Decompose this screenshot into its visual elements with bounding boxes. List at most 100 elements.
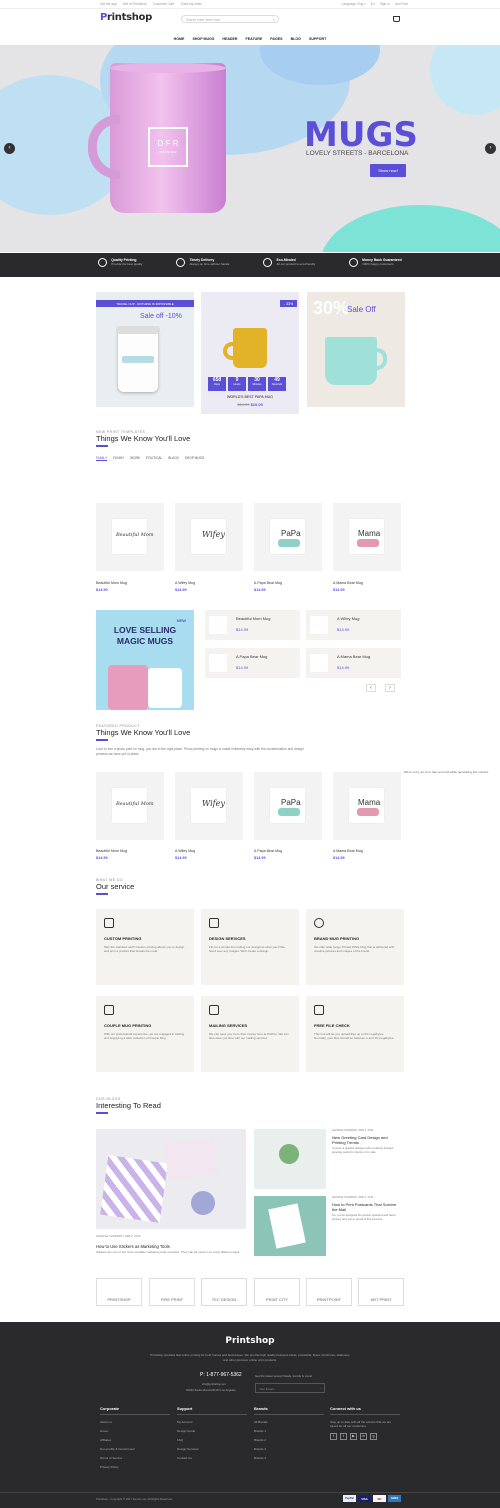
blog-title[interactable]: How to Use Stickers as Marketing Tools — [96, 1244, 170, 1249]
nav-item-blog[interactable]: BLOG — [291, 35, 301, 45]
promo-sale-card[interactable]: 30% Sale Off — [307, 292, 405, 407]
footer-link[interactable]: About us — [100, 1420, 170, 1424]
product-image[interactable]: PaPa — [254, 503, 322, 571]
twitter-icon[interactable]: t — [340, 1433, 347, 1440]
footer-link[interactable]: Brands 2 — [254, 1438, 324, 1442]
language-select[interactable]: Language: Eng ▾ — [342, 2, 366, 6]
arrow-right-icon[interactable]: › — [320, 1386, 321, 1390]
blog-side-image[interactable] — [254, 1129, 326, 1189]
mini-product[interactable]: A Wifey Mug $14.99 — [306, 610, 401, 640]
brand-logo[interactable]: TEC DESIGN — [201, 1278, 247, 1306]
footer-link[interactable]: All Brands — [254, 1420, 324, 1424]
hero-shop-button[interactable]: Show now! — [370, 164, 406, 177]
product-card[interactable]: Beautiful Mom Beautiful Mom Mug $14.99 — [96, 503, 164, 592]
footer-link[interactable]: Brands 1 — [254, 1429, 324, 1433]
brand-logo[interactable]: PRINT CITY — [254, 1278, 300, 1306]
footer-logo[interactable]: Printshop — [0, 1336, 500, 1346]
footer-email[interactable]: info@printshop.net — [202, 1382, 226, 1386]
tab-black[interactable]: BLACK — [168, 456, 178, 460]
nav-item-shop-mugs[interactable]: SHOP MUGS — [192, 35, 214, 45]
nav-item-feature[interactable]: FEATURE — [246, 35, 263, 45]
product-card[interactable]: Wifey A Wifey Mug $14.99 — [175, 503, 243, 592]
currency-select[interactable]: $ ▾ — [371, 2, 375, 6]
join-link[interactable]: Join Free — [395, 2, 408, 6]
footer-link[interactable]: Privacy Policy — [100, 1465, 170, 1469]
cart-icon[interactable] — [393, 16, 400, 22]
tab-shop-mugs[interactable]: SHOP MUGS — [185, 456, 204, 460]
blog-main-image[interactable] — [96, 1129, 246, 1229]
newsletter-input[interactable]: Your Email... › — [255, 1383, 325, 1393]
promo-countdown-card[interactable]: - 33% 658 Days 9 Hours 30 Minutes 49 Seconds… — [201, 292, 299, 414]
promo-product-name[interactable]: WORLD'S BEST PAPA MUG — [201, 395, 299, 399]
product-image[interactable]: Beautiful Mom — [96, 772, 164, 840]
mini-product[interactable]: A Mama Bear Mug $14.99 — [306, 648, 401, 678]
product-name[interactable]: Beautiful Mom Mug — [96, 849, 164, 853]
product-card[interactable]: Beautiful Mom Beautiful Mom Mug $14.99 — [96, 772, 164, 860]
logo[interactable]: Printshop — [100, 12, 152, 23]
brand-logo[interactable]: ART PRINT — [358, 1278, 404, 1306]
promo-travel-cup[interactable]: TRAVEL CUP - NOTHING IS IMPOSSIBLE Sale … — [96, 292, 194, 407]
product-image[interactable]: Mama — [333, 772, 401, 840]
product-image[interactable]: Wifey — [175, 772, 243, 840]
footer-link[interactable]: Brands 4 — [254, 1456, 324, 1460]
product-name[interactable]: A Papa Bear Mug — [254, 581, 322, 585]
tab-funny[interactable]: FUNNY — [113, 456, 124, 460]
footer-link[interactable]: Brands 3 — [254, 1447, 324, 1451]
product-card[interactable]: Wifey A Wifey Mug $14.99 — [175, 772, 243, 860]
tab-family[interactable]: FAMILY — [96, 456, 107, 460]
nav-item-header[interactable]: HEADER — [222, 35, 237, 45]
product-name[interactable]: A Wifey Mug — [175, 581, 243, 585]
linkedin-icon[interactable]: in — [360, 1433, 367, 1440]
top-link[interactable]: Get the app — [100, 2, 117, 6]
product-name[interactable]: A Papa Bear Mug — [254, 849, 322, 853]
mini-product-name[interactable]: Beautiful Mom Mug — [236, 616, 270, 621]
product-card[interactable]: Mama A Mama Bear Mug $14.99 — [333, 503, 401, 592]
mini-product-name[interactable]: A Wifey Mug — [337, 616, 359, 621]
footer-link[interactable]: FAQ — [177, 1438, 247, 1442]
mini-product-name[interactable]: A Mama Bear Mug — [337, 654, 370, 659]
footer-link[interactable]: Design Guide — [177, 1429, 247, 1433]
product-image[interactable]: Beautiful Mom — [96, 503, 164, 571]
tab-work[interactable]: WORK — [130, 456, 140, 460]
footer-link[interactable]: My Account — [177, 1420, 247, 1424]
product-card[interactable]: PaPa A Papa Bear Mug $14.99 — [254, 772, 322, 860]
mini-product[interactable]: Beautiful Mom Mug $14.99 — [205, 610, 300, 640]
nav-item-pages[interactable]: PAGES — [270, 35, 282, 45]
footer-link[interactable]: Non-profits & Government — [100, 1447, 170, 1451]
mini-product[interactable]: A Papa Bear Mug $14.99 — [205, 648, 300, 678]
brand-logo[interactable]: FIRE PRINT — [149, 1278, 195, 1306]
mini-list-next-icon[interactable]: › — [385, 684, 395, 692]
mini-product-name[interactable]: A Papa Bear Mug — [236, 654, 267, 659]
product-name[interactable]: A Mama Bear Mug — [333, 581, 401, 585]
facebook-icon[interactable]: f — [330, 1433, 337, 1440]
footer-link[interactable]: Contact Us — [177, 1456, 247, 1460]
mini-list-prev-icon[interactable]: ‹ — [366, 684, 376, 692]
top-link[interactable]: Customer Care — [153, 2, 175, 6]
blog-title[interactable]: How to Print Postcards That Survive the … — [332, 1202, 402, 1212]
footer-link[interactable]: Affiliates — [100, 1438, 170, 1442]
product-name[interactable]: A Mama Bear Mug — [333, 849, 401, 853]
footer-link[interactable]: Terms of Service — [100, 1456, 170, 1460]
product-name[interactable]: A Wifey Mug — [175, 849, 243, 853]
footer-link[interactable]: Green — [100, 1429, 170, 1433]
search-input[interactable]: Search entire store here... ⌕ — [181, 15, 279, 23]
footer-link[interactable]: Design Services — [177, 1447, 247, 1451]
brand-logo[interactable]: PRINTPOINT — [306, 1278, 352, 1306]
product-image[interactable]: Wifey — [175, 503, 243, 571]
magic-mugs-banner[interactable]: NEW LOVE SELLING MAGIC MUGS — [96, 610, 194, 710]
blog-side-image[interactable] — [254, 1196, 326, 1256]
nav-item-home[interactable]: HOME — [174, 35, 185, 45]
blog-title[interactable]: New Greeting Card Design and Printing Tr… — [332, 1135, 402, 1145]
search-icon[interactable]: ⌕ — [273, 18, 275, 22]
tab-political[interactable]: POLITICAL — [146, 456, 162, 460]
top-link[interactable]: Track my order — [180, 2, 201, 6]
slider-prev-icon[interactable]: ‹ — [4, 143, 15, 154]
youtube-icon[interactable]: ▶ — [350, 1433, 357, 1440]
product-image[interactable]: Mama — [333, 503, 401, 571]
top-link[interactable]: Sell on Printshop — [123, 2, 147, 6]
brand-logo[interactable]: PRINTSHOP — [96, 1278, 142, 1306]
google-plus-icon[interactable]: g — [370, 1433, 377, 1440]
sign-in-link[interactable]: Sign in — [380, 2, 390, 6]
product-card[interactable]: Mama A Mama Bear Mug $14.99 — [333, 772, 401, 860]
nav-item-support[interactable]: SUPPORT — [309, 35, 326, 45]
